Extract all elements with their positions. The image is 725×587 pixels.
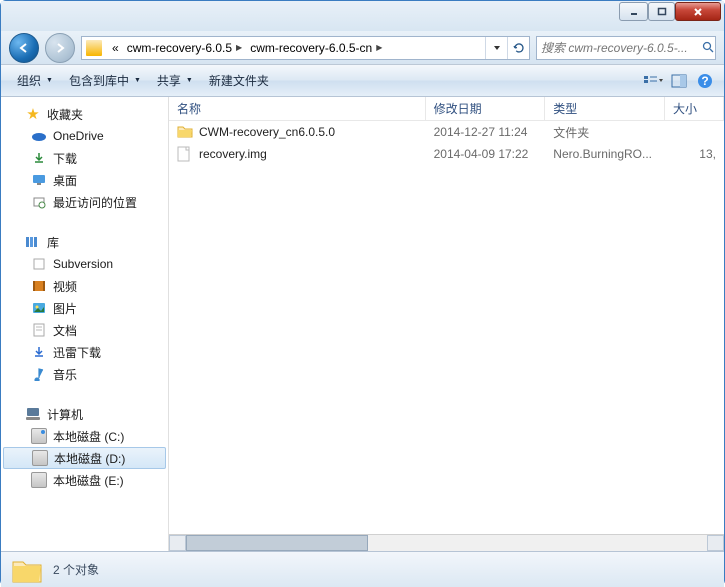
maximize-button[interactable] <box>648 2 675 21</box>
library-icon <box>25 234 41 250</box>
file-row[interactable]: recovery.img 2014-04-09 17:22Nero.Burning… <box>169 143 724 165</box>
nav-bar: « cwm-recovery-6.0.5▶ cwm-recovery-6.0.5… <box>1 31 724 65</box>
close-button[interactable] <box>675 2 721 21</box>
file-type: 文件夹 <box>545 124 665 141</box>
address-bar[interactable]: « cwm-recovery-6.0.5▶ cwm-recovery-6.0.5… <box>81 36 530 60</box>
toolbar: 组织▼ 包含到库中▼ 共享▼ 新建文件夹 ? <box>1 65 724 97</box>
view-mode-button[interactable] <box>642 70 664 92</box>
organize-button[interactable]: 组织▼ <box>9 65 61 96</box>
drive-icon <box>31 428 47 444</box>
onedrive-icon <box>31 128 47 144</box>
search-icon <box>702 37 715 59</box>
sidebar-video[interactable]: 视频 <box>1 275 168 297</box>
preview-pane-button[interactable] <box>668 70 690 92</box>
drive-icon <box>31 472 47 488</box>
sidebar-subversion[interactable]: Subversion <box>1 253 168 275</box>
svn-icon <box>31 256 47 272</box>
new-folder-button[interactable]: 新建文件夹 <box>201 65 277 96</box>
computer-icon <box>25 406 41 422</box>
chevron-right-icon: ▶ <box>376 43 382 52</box>
file-icon <box>177 146 193 162</box>
chevron-right-icon: ▶ <box>236 43 242 52</box>
download-icon <box>31 150 47 166</box>
back-button[interactable] <box>9 33 39 63</box>
star-icon: ★ <box>25 106 41 122</box>
document-icon <box>31 322 47 338</box>
sidebar-drive-e[interactable]: 本地磁盘 (E:) <box>1 469 168 491</box>
column-date[interactable]: 修改日期 <box>426 97 546 120</box>
search-input[interactable] <box>537 41 702 55</box>
video-icon <box>31 278 47 294</box>
breadcrumb-prefix[interactable]: « <box>108 37 123 59</box>
status-bar: 2 个对象 <box>1 551 724 587</box>
folder-icon <box>86 40 102 56</box>
column-size[interactable]: 大小 <box>665 97 724 120</box>
drive-icon <box>32 450 48 466</box>
sidebar-documents[interactable]: 文档 <box>1 319 168 341</box>
recent-icon <box>31 194 47 210</box>
sidebar-desktop[interactable]: 桌面 <box>1 169 168 191</box>
title-bar <box>1 1 724 31</box>
file-date: 2014-12-27 11:24 <box>426 125 546 139</box>
sidebar-favorites[interactable]: ★收藏夹 <box>1 103 168 125</box>
sidebar-drive-c[interactable]: 本地磁盘 (C:) <box>1 425 168 447</box>
include-library-button[interactable]: 包含到库中▼ <box>61 65 149 96</box>
sidebar-onedrive[interactable]: OneDrive <box>1 125 168 147</box>
file-list[interactable]: CWM-recovery_cn6.0.5.0 2014-12-27 11:24文件… <box>169 121 724 534</box>
folder-icon <box>177 124 193 140</box>
breadcrumb-item[interactable]: cwm-recovery-6.0.5▶ <box>123 37 247 59</box>
sidebar-recent[interactable]: 最近访问的位置 <box>1 191 168 213</box>
sidebar-downloads[interactable]: 下载 <box>1 147 168 169</box>
minimize-button[interactable] <box>619 2 648 21</box>
sidebar-xunlei[interactable]: 迅雷下载 <box>1 341 168 363</box>
sidebar-pictures[interactable]: 图片 <box>1 297 168 319</box>
file-size: 13, <box>665 147 724 161</box>
scroll-right-button[interactable] <box>707 535 724 551</box>
scroll-left-button[interactable] <box>169 535 186 551</box>
svg-text:?: ? <box>701 74 708 88</box>
file-type: Nero.BurningRO... <box>545 147 665 161</box>
help-button[interactable]: ? <box>694 70 716 92</box>
search-box[interactable] <box>536 36 716 60</box>
music-icon <box>31 366 47 382</box>
refresh-button[interactable] <box>507 37 529 59</box>
forward-button[interactable] <box>45 33 75 63</box>
address-dropdown[interactable] <box>485 37 507 59</box>
status-text: 2 个对象 <box>53 561 99 578</box>
column-name[interactable]: 名称 <box>169 97 426 120</box>
scroll-thumb[interactable] <box>186 535 368 551</box>
file-date: 2014-04-09 17:22 <box>426 147 546 161</box>
picture-icon <box>31 300 47 316</box>
folder-icon <box>11 556 43 584</box>
xunlei-icon <box>31 344 47 360</box>
chevron-down-icon: ▼ <box>46 77 53 84</box>
chevron-down-icon: ▼ <box>186 77 193 84</box>
sidebar-libraries[interactable]: 库 <box>1 231 168 253</box>
sidebar-computer[interactable]: 计算机 <box>1 403 168 425</box>
chevron-down-icon: ▼ <box>134 77 141 84</box>
file-name: recovery.img <box>199 147 267 161</box>
breadcrumb-item[interactable]: cwm-recovery-6.0.5-cn▶ <box>246 37 386 59</box>
file-name: CWM-recovery_cn6.0.5.0 <box>199 125 335 139</box>
horizontal-scrollbar[interactable] <box>169 534 724 551</box>
share-button[interactable]: 共享▼ <box>149 65 201 96</box>
sidebar: ★收藏夹 OneDrive 下载 桌面 最近访问的位置 库 Subversion… <box>1 97 169 551</box>
desktop-icon <box>31 172 47 188</box>
sidebar-drive-d[interactable]: 本地磁盘 (D:) <box>3 447 166 469</box>
file-row[interactable]: CWM-recovery_cn6.0.5.0 2014-12-27 11:24文件… <box>169 121 724 143</box>
sidebar-music[interactable]: 音乐 <box>1 363 168 385</box>
column-type[interactable]: 类型 <box>545 97 665 120</box>
column-headers: 名称 修改日期 类型 大小 <box>169 97 724 121</box>
content-pane: 名称 修改日期 类型 大小 CWM-recovery_cn6.0.5.0 2014… <box>169 97 724 551</box>
